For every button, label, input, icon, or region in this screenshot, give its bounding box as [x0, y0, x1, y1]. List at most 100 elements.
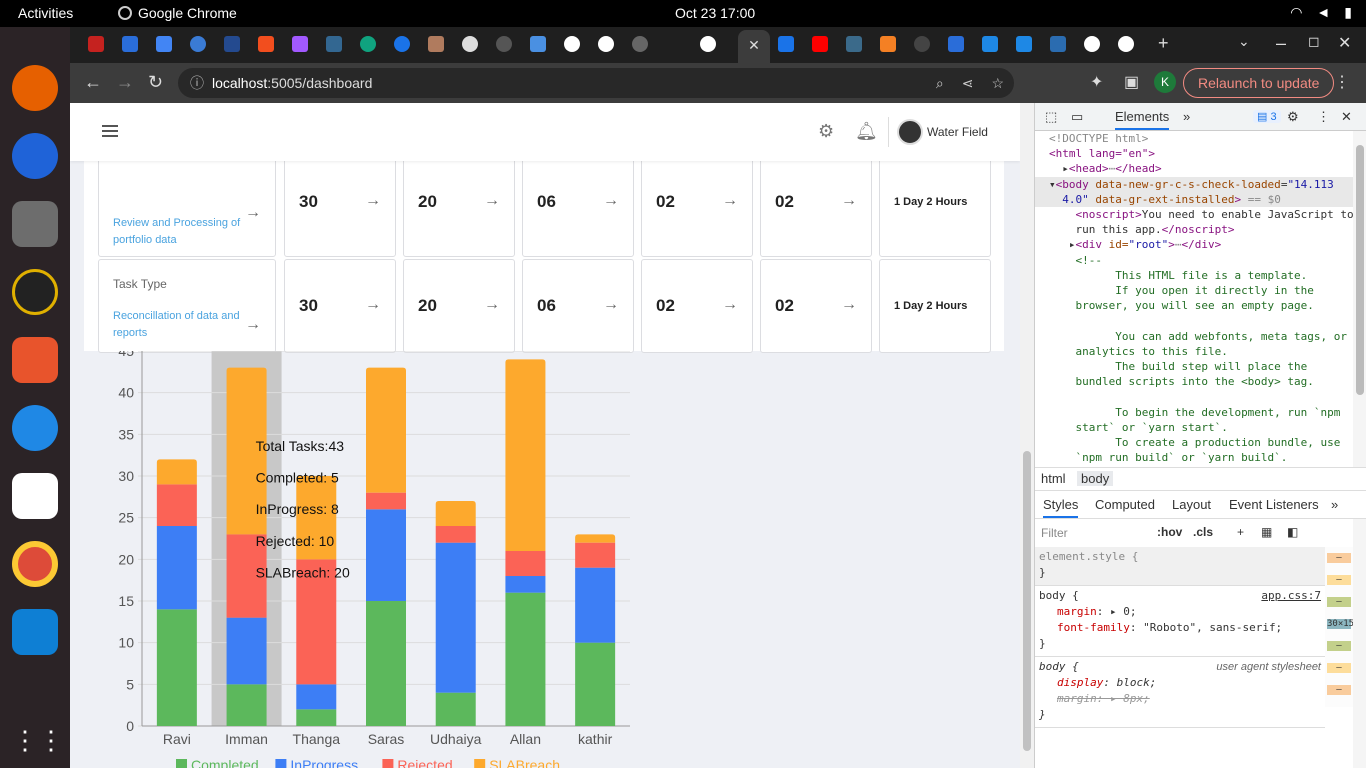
bookmark-star-icon[interactable]: ☆ — [991, 68, 1004, 98]
tab-icon[interactable] — [190, 36, 206, 52]
rule-body-ua[interactable]: body { user agent stylesheet display: bl… — [1035, 657, 1325, 728]
chrome-dock-icon[interactable] — [12, 541, 58, 587]
tab-icon[interactable] — [1084, 36, 1100, 52]
pg-icon[interactable] — [326, 36, 342, 52]
hamburger-menu-icon[interactable] — [102, 125, 118, 137]
hov-toggle[interactable]: :hov — [1157, 525, 1182, 539]
docs-icon[interactable] — [156, 36, 172, 52]
rhythmbox-icon[interactable] — [12, 269, 58, 315]
vscode-icon[interactable] — [12, 609, 58, 655]
tab-icon[interactable] — [948, 36, 964, 52]
dom-tree-scrollbar[interactable] — [1353, 131, 1366, 467]
profile-avatar[interactable]: K — [1154, 71, 1176, 93]
back-icon[interactable]: ← — [84, 72, 102, 93]
task-type-cell[interactable]: Task Type Reconcillation of data and rep… — [98, 259, 276, 353]
user-name[interactable]: Water Field — [927, 125, 988, 139]
count-cell[interactable]: 06 → — [522, 259, 634, 353]
tab-icon[interactable] — [982, 36, 998, 52]
github-icon[interactable] — [914, 36, 930, 52]
head-line[interactable]: ▸<head>⋯</head> — [1035, 161, 1353, 176]
bell-icon[interactable]: 🔔︎ — [855, 121, 878, 142]
google-icon[interactable] — [564, 36, 580, 52]
more-tabs-icon[interactable]: » — [1183, 109, 1190, 124]
arrow-right-icon[interactable]: → — [841, 192, 857, 210]
arrow-right-icon[interactable]: → — [245, 316, 261, 334]
gmail-icon[interactable] — [88, 36, 104, 52]
tab-icon[interactable] — [1016, 36, 1032, 52]
tab-icon[interactable] — [224, 36, 240, 52]
rule-source-link[interactable]: app.css:7 — [1261, 588, 1321, 604]
activities-button[interactable]: Activities — [18, 5, 73, 21]
styles-scrollbar[interactable] — [1353, 519, 1366, 768]
google-icon[interactable] — [700, 36, 716, 52]
count-cell[interactable]: 02 → — [760, 259, 872, 353]
rule-declaration[interactable]: font-family: "Roboto", sans-serif; — [1039, 620, 1321, 636]
count-cell[interactable]: 30 → — [284, 259, 396, 353]
more-tabs-icon[interactable]: » — [1331, 497, 1338, 512]
tab-icon[interactable] — [846, 36, 862, 52]
cls-toggle[interactable]: .cls — [1193, 525, 1213, 539]
count-cell[interactable]: 02 → — [641, 259, 753, 353]
count-cell[interactable]: 20 → — [403, 259, 515, 353]
extensions-icon[interactable]: ✦ — [1090, 72, 1103, 92]
noscript-line-cont[interactable]: run this app.</noscript> — [1035, 222, 1353, 237]
arrow-right-icon[interactable]: → — [603, 192, 619, 210]
share-icon[interactable]: ⋖ — [962, 68, 974, 98]
chatgpt-icon[interactable] — [360, 36, 376, 52]
tab-icon[interactable] — [394, 36, 410, 52]
body-line-cont[interactable]: 4.0" data-gr-ext-installed> == $0 — [1035, 191, 1353, 208]
settings-icon[interactable]: ⚙ — [1287, 109, 1299, 125]
stackoverflow-icon[interactable] — [880, 36, 896, 52]
app-menu[interactable]: Google Chrome — [118, 5, 237, 21]
tab-icon[interactable] — [462, 36, 478, 52]
body-line[interactable]: ▾<body data-new-gr-c-s-check-loaded="14.… — [1035, 176, 1353, 192]
issues-badge[interactable]: ▤ 3 — [1253, 110, 1281, 123]
zoom-icon[interactable]: ⌕ — [936, 68, 944, 98]
files-icon[interactable] — [12, 201, 58, 247]
tab-event-listeners[interactable]: Event Listeners — [1229, 497, 1319, 512]
rule-declaration[interactable]: margin: ▸ 0; — [1039, 604, 1321, 620]
noscript-line[interactable]: <noscript>You need to enable JavaScript … — [1035, 207, 1354, 222]
crumb-html[interactable]: html — [1041, 471, 1066, 486]
arrow-right-icon[interactable]: → — [722, 296, 738, 314]
tab-icon[interactable] — [530, 36, 546, 52]
filter-input[interactable]: Filter — [1039, 523, 1147, 543]
doctype-line[interactable]: <!DOCTYPE html> — [1035, 131, 1353, 146]
new-tab-icon[interactable]: + — [1158, 33, 1169, 54]
device-toolbar-icon[interactable]: ▭ — [1071, 109, 1083, 125]
arrow-right-icon[interactable]: → — [484, 296, 500, 314]
flutter-icon[interactable] — [12, 473, 58, 519]
url-input[interactable]: ⓘ localhost:5005/dashboard ⌕ ⋖ ☆ — [178, 68, 1014, 98]
show-apps-icon[interactable]: ⋮⋮⋮ — [12, 717, 90, 763]
minimize-icon[interactable]: – — [1276, 33, 1286, 54]
paint-icon[interactable]: ▦ — [1261, 525, 1272, 539]
arrow-right-icon[interactable]: → — [841, 296, 857, 314]
scrollbar-thumb[interactable] — [1356, 145, 1364, 395]
clock[interactable]: Oct 23 17:00 — [675, 5, 755, 21]
tab-icon[interactable] — [778, 36, 794, 52]
chevron-down-icon[interactable]: ⌄ — [1238, 33, 1250, 50]
rule-body-app[interactable]: body { app.css:7 margin: ▸ 0; font-famil… — [1035, 586, 1325, 657]
app-center-icon[interactable] — [12, 337, 58, 383]
reload-icon[interactable]: ↻ — [148, 72, 163, 93]
tab-icon[interactable] — [122, 36, 138, 52]
tab-elements[interactable]: Elements — [1115, 109, 1170, 130]
forward-icon[interactable]: → — [116, 72, 134, 93]
page-scrollbar[interactable] — [1020, 103, 1034, 768]
figma-icon[interactable] — [258, 36, 274, 52]
gear-icon[interactable]: ⚙ — [818, 121, 834, 142]
arrow-right-icon[interactable]: → — [245, 204, 261, 222]
arrow-right-icon[interactable]: → — [722, 192, 738, 210]
html-line[interactable]: <html lang="en"> — [1035, 146, 1353, 161]
tab-layout[interactable]: Layout — [1172, 497, 1211, 512]
maximize-icon[interactable]: ◻ — [1308, 33, 1320, 50]
arrow-right-icon[interactable]: → — [484, 192, 500, 210]
dom-tree[interactable]: <!DOCTYPE html> <html lang="en"> ▸<head>… — [1035, 131, 1353, 467]
tab-styles[interactable]: Styles — [1043, 497, 1079, 518]
firefox-icon[interactable] — [12, 65, 58, 111]
avatar[interactable] — [897, 119, 923, 145]
arrow-right-icon[interactable]: → — [365, 296, 381, 314]
kebab-menu-icon[interactable]: ⋮ — [1317, 109, 1330, 125]
tab-icon[interactable] — [1050, 36, 1066, 52]
root-div-line[interactable]: ▸<div id="root">⋯</div> — [1035, 237, 1353, 252]
